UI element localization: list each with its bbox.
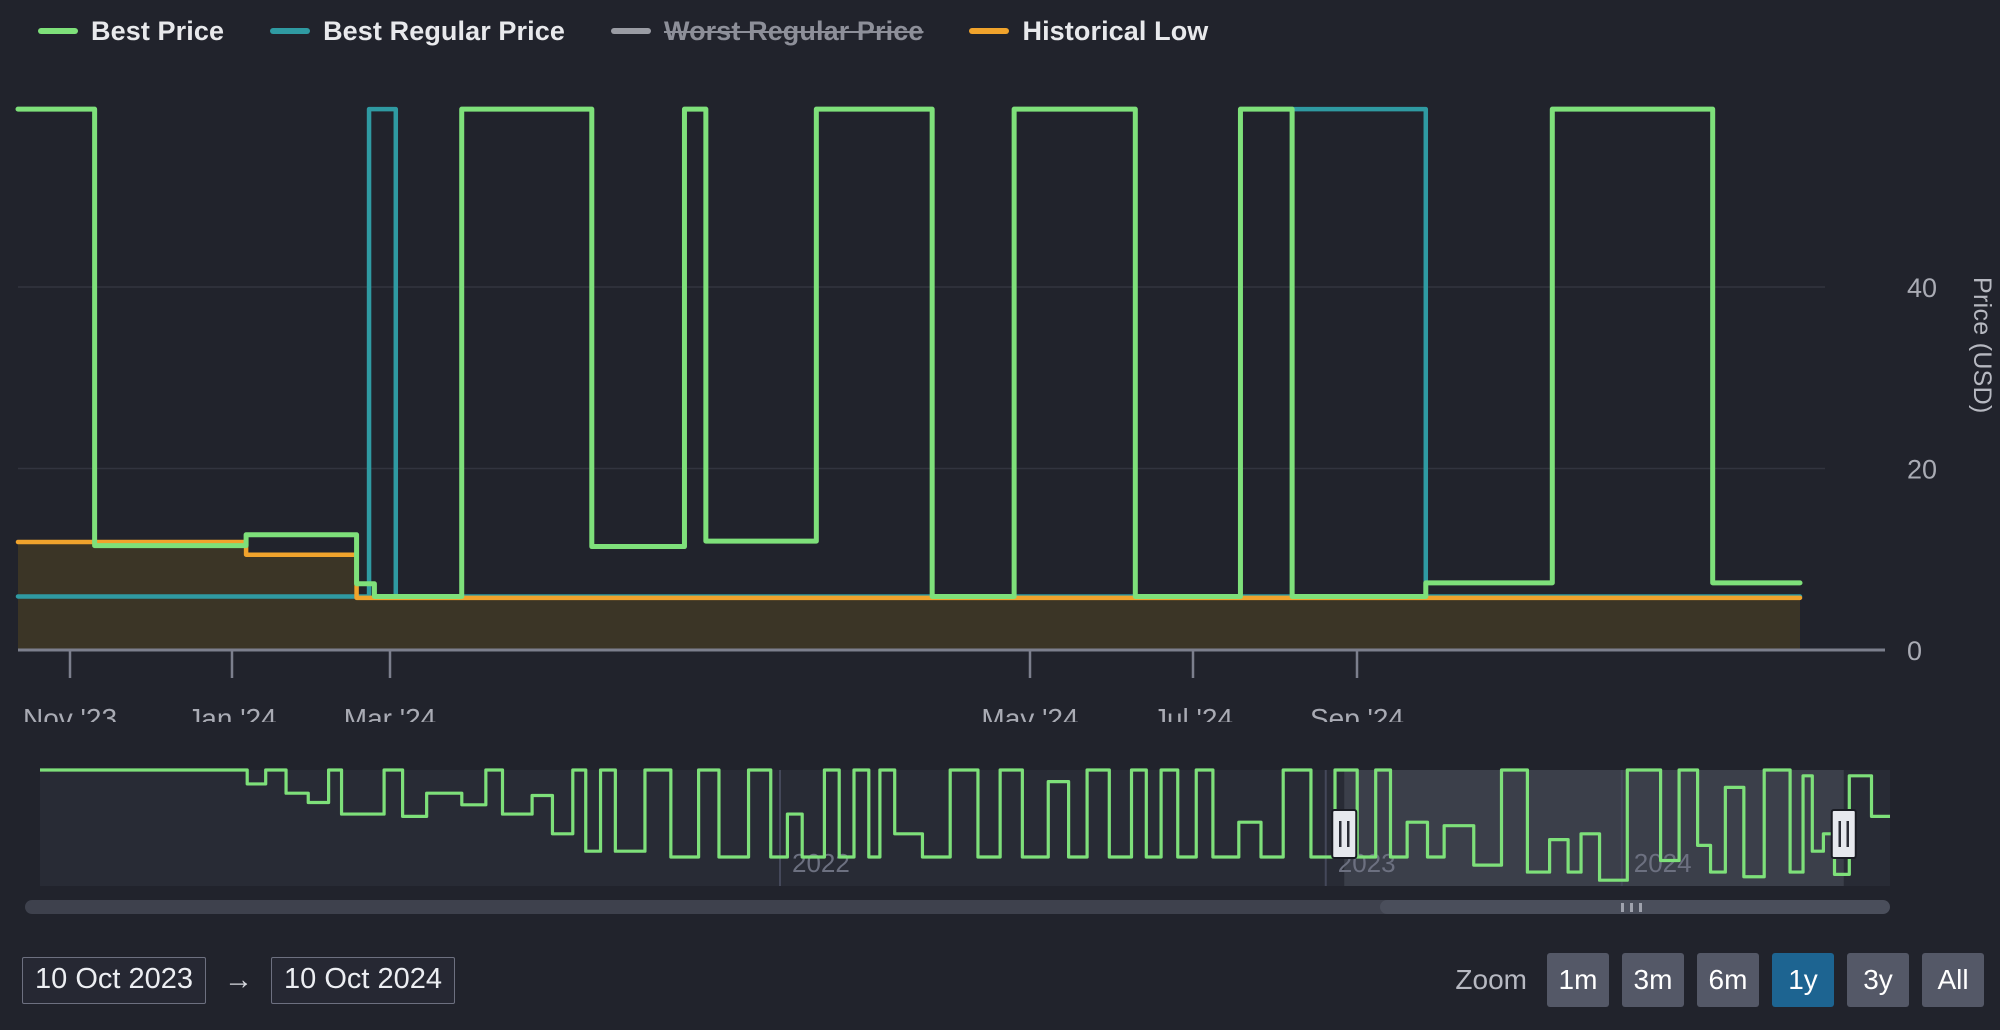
zoom-label: Zoom xyxy=(1455,964,1527,995)
chart-legend: Best Price Best Regular Price Worst Regula… xyxy=(0,0,2000,62)
range-navigator[interactable]: 2022 2023 2024 xyxy=(0,748,2000,928)
line-swatch-icon xyxy=(38,28,78,34)
legend-item-historical-low[interactable]: Historical Low xyxy=(969,16,1208,47)
zoom-button-3m[interactable]: 3m xyxy=(1622,953,1684,1007)
y-axis-title: Price (USD) xyxy=(1968,277,1996,414)
legend-item-label: Best Regular Price xyxy=(323,15,565,46)
zoom-button-all[interactable]: All xyxy=(1922,953,1984,1007)
zoom-button-3y[interactable]: 3y xyxy=(1847,953,1909,1007)
y-axis-tick-label: 40 xyxy=(1907,273,1937,303)
navigator-handle-right[interactable] xyxy=(1830,809,1857,859)
series-line-best-regular-price xyxy=(15,106,1803,599)
line-swatch-icon xyxy=(610,28,651,34)
x-axis-tick-label: Jul '24 xyxy=(1153,703,1233,722)
y-axis-tick-label: 0 xyxy=(1907,636,1922,666)
chart-footer-controls: 10 Oct 2023 → 10 Oct 2024 Zoom 1m 3m 6m 1y 3… xyxy=(0,930,2000,1030)
zoom-button-group: 1m 3m 6m 1y 3y All xyxy=(1547,953,1984,1007)
date-range-arrow-icon: → xyxy=(224,963,253,996)
x-axis-tick-label: Jan '24 xyxy=(187,703,276,722)
y-axis-tick-label: 20 xyxy=(1907,455,1937,485)
zoom-button-1m[interactable]: 1m xyxy=(1547,953,1609,1007)
date-range-inputs: 10 Oct 2023 → 10 Oct 2024 xyxy=(22,956,455,1004)
x-axis-tick-label: May '24 xyxy=(981,703,1078,722)
x-axis-tick-label: Mar '24 xyxy=(344,703,437,722)
zoom-button-6m[interactable]: 6m xyxy=(1697,953,1759,1007)
x-axis-tick-label: Sep '24 xyxy=(1310,703,1404,722)
date-to-input[interactable]: 10 Oct 2024 xyxy=(271,956,455,1004)
range-navigator-svg[interactable]: 2022 2023 2024 xyxy=(0,748,2000,928)
navigator-handle-left[interactable] xyxy=(1331,809,1358,859)
legend-item-best-price[interactable]: Best Price xyxy=(38,16,224,47)
series-line-best-price xyxy=(15,106,1803,599)
scrollbar-grip-icon xyxy=(1630,903,1633,912)
price-history-chart-page: Best Price Best Regular Price Worst Regula… xyxy=(0,0,2000,1030)
navigator-selected-range[interactable] xyxy=(1344,770,1844,886)
legend-item-label: Historical Low xyxy=(1022,15,1209,46)
legend-item-label: Best Price xyxy=(91,15,225,46)
line-swatch-icon xyxy=(969,28,1010,34)
navigator-year-label: 2024 xyxy=(1634,848,1692,878)
legend-item-worst-regular-price[interactable]: Worst Regular Price xyxy=(610,15,924,47)
legend-item-best-regular-price[interactable]: Best Regular Price xyxy=(270,16,565,47)
scrollbar-grip-icon xyxy=(1621,903,1624,912)
date-from-input[interactable]: 10 Oct 2023 xyxy=(22,956,206,1004)
drag-handle-icon[interactable] xyxy=(1331,809,1358,859)
zoom-controls: Zoom 1m 3m 6m 1y 3y All xyxy=(1455,953,1984,1007)
navigator-scrollbar-thumb[interactable] xyxy=(1380,900,1890,914)
main-plot-svg[interactable]: 0 20 40 Nov '23 Jan '24 Mar '24 May '24 Jul '24… xyxy=(0,62,2000,722)
zoom-button-1y[interactable]: 1y xyxy=(1772,953,1834,1007)
drag-handle-icon[interactable] xyxy=(1830,809,1857,859)
scrollbar-grip-icon xyxy=(1639,903,1642,912)
line-swatch-icon xyxy=(270,28,311,34)
legend-item-label: Worst Regular Price xyxy=(663,15,924,46)
x-axis-tick-label: Nov '23 xyxy=(23,703,117,722)
main-plot-area[interactable]: 0 20 40 Nov '23 Jan '24 Mar '24 May '24 Jul '24… xyxy=(0,62,2000,722)
